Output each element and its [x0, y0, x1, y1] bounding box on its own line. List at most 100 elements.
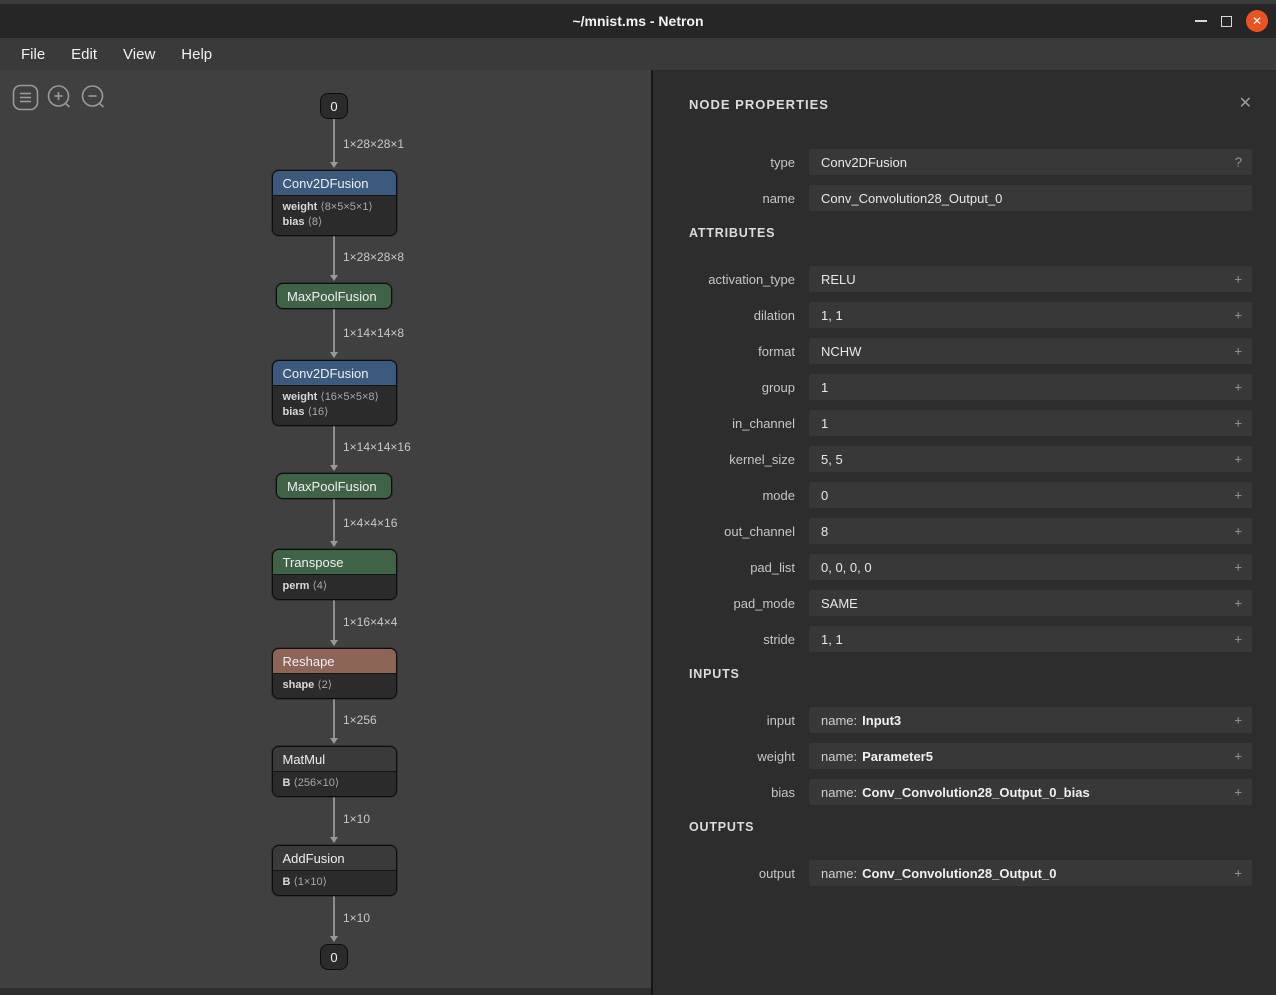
property-row-input: inputname:Input3+: [689, 707, 1252, 733]
property-label: mode: [689, 488, 795, 503]
edge-line: [333, 893, 335, 937]
node-attr-weight: weight ⟨8×5×5×1⟩: [283, 200, 386, 215]
node-attributes: weight ⟨16×5×5×8⟩bias ⟨16⟩: [273, 385, 396, 425]
property-value-dilation[interactable]: 1, 1+: [809, 302, 1252, 328]
panel-title: NODE PROPERTIES: [689, 97, 829, 112]
graph-node-conv2dfusion[interactable]: Conv2DFusionweight ⟨8×5×5×1⟩bias ⟨8⟩: [272, 170, 397, 236]
property-value-pad_mode[interactable]: SAME+: [809, 590, 1252, 616]
property-row-bias: biasname:Conv_Convolution28_Output_0_bia…: [689, 779, 1252, 805]
graph-node-maxpoolfusion[interactable]: MaxPoolFusion: [276, 473, 392, 499]
expand-icon[interactable]: +: [1234, 272, 1242, 287]
property-row-output: outputname:Conv_Convolution28_Output_0+: [689, 860, 1252, 886]
menu-item-view[interactable]: View: [110, 42, 168, 67]
property-value-pad_list[interactable]: 0, 0, 0, 0 +: [809, 554, 1252, 580]
edge-line: [333, 422, 335, 466]
value-text: 5, 5: [821, 452, 843, 467]
main-content: 1×28×28×11×28×28×81×14×14×81×14×14×161×4…: [0, 70, 1276, 995]
property-label: name: [689, 191, 795, 206]
menu-icon[interactable]: [12, 84, 39, 111]
section-heading-outputs: OUTPUTS: [689, 820, 1252, 834]
edge-arrowhead-icon: [330, 541, 338, 547]
menu-item-edit[interactable]: Edit: [58, 42, 110, 67]
edge-shape-label: 1×28×28×1: [343, 137, 404, 151]
maximize-button[interactable]: [1221, 16, 1232, 27]
node-attributes: B ⟨256×10⟩: [273, 771, 396, 796]
property-value-type[interactable]: Conv2DFusion?: [809, 149, 1252, 175]
expand-icon[interactable]: +: [1234, 866, 1242, 881]
zoom-out-icon[interactable]: [80, 84, 107, 111]
graph-node-conv2dfusion[interactable]: Conv2DFusionweight ⟨16×5×5×8⟩bias ⟨16⟩: [272, 360, 397, 426]
graph-node-matmul[interactable]: MatMulB ⟨256×10⟩: [272, 746, 397, 797]
graph-node-maxpoolfusion[interactable]: MaxPoolFusion: [276, 283, 392, 309]
property-label: pad_list: [689, 560, 795, 575]
graph-edge: 1×10: [333, 893, 335, 942]
value-text: 8: [821, 524, 828, 539]
minimize-button[interactable]: [1195, 20, 1207, 22]
expand-icon[interactable]: +: [1234, 380, 1242, 395]
property-value-name[interactable]: Conv_Convolution28_Output_0: [809, 185, 1252, 211]
node-attr-bias: bias ⟨8⟩: [283, 215, 386, 230]
property-label: format: [689, 344, 795, 359]
node-attr-perm: perm ⟨4⟩: [283, 579, 386, 594]
graph-node-addfusion[interactable]: AddFusionB ⟨1×10⟩: [272, 845, 397, 896]
property-value-format[interactable]: NCHW+: [809, 338, 1252, 364]
property-value-group[interactable]: 1+: [809, 374, 1252, 400]
expand-icon[interactable]: +: [1234, 560, 1242, 575]
edge-arrowhead-icon: [330, 640, 338, 646]
close-button[interactable]: ✕: [1246, 10, 1268, 32]
graph-io-node[interactable]: 0: [320, 93, 348, 119]
property-value-bias[interactable]: name:Conv_Convolution28_Output_0_bias+: [809, 779, 1252, 805]
expand-icon[interactable]: +: [1234, 524, 1242, 539]
menu-item-file[interactable]: File: [8, 42, 58, 67]
expand-icon[interactable]: +: [1234, 596, 1242, 611]
node-attributes: B ⟨1×10⟩: [273, 870, 396, 895]
value-text: Input3: [862, 713, 901, 728]
expand-icon[interactable]: +: [1234, 749, 1242, 764]
property-value-stride[interactable]: 1, 1+: [809, 626, 1252, 652]
expand-icon[interactable]: +: [1234, 416, 1242, 431]
menu-item-help[interactable]: Help: [168, 42, 225, 67]
window-controls: ✕: [1195, 4, 1268, 38]
graph-node-reshape[interactable]: Reshapeshape ⟨2⟩: [272, 648, 397, 699]
zoom-in-icon[interactable]: [46, 84, 73, 111]
netron-window: ~/mnist.ms - Netron ✕ FileEditViewHelp: [0, 0, 1276, 995]
property-value-kernel_size[interactable]: 5, 5 +: [809, 446, 1252, 472]
node-attributes: perm ⟨4⟩: [273, 574, 396, 599]
expand-icon[interactable]: +: [1234, 452, 1242, 467]
value-text: Parameter5: [862, 749, 933, 764]
titlebar[interactable]: ~/mnist.ms - Netron ✕: [0, 4, 1276, 38]
property-label: output: [689, 866, 795, 881]
value-text: Conv_Convolution28_Output_0: [862, 866, 1056, 881]
value-text: 0, 0, 0, 0: [821, 560, 872, 575]
edge-line: [333, 498, 335, 542]
expand-icon[interactable]: +: [1234, 344, 1242, 359]
graph-canvas[interactable]: 1×28×28×11×28×28×81×14×14×81×14×14×161×4…: [0, 70, 651, 995]
node-attr-bias: bias ⟨16⟩: [283, 405, 386, 420]
property-value-in_channel[interactable]: 1+: [809, 410, 1252, 436]
property-value-activation_type[interactable]: RELU+: [809, 266, 1252, 292]
property-label: kernel_size: [689, 452, 795, 467]
graph-io-node[interactable]: 0: [320, 944, 348, 970]
help-icon[interactable]: ?: [1235, 155, 1242, 170]
node-attributes: weight ⟨8×5×5×1⟩bias ⟨8⟩: [273, 195, 396, 235]
edge-line: [333, 696, 335, 739]
expand-icon[interactable]: +: [1234, 488, 1242, 503]
property-row-out_channel: out_channel8+: [689, 518, 1252, 544]
expand-icon[interactable]: +: [1234, 713, 1242, 728]
property-value-out_channel[interactable]: 8+: [809, 518, 1252, 544]
node-title: MaxPoolFusion: [277, 284, 391, 308]
panel-close-icon[interactable]: ✕: [1239, 96, 1252, 112]
property-value-mode[interactable]: 0+: [809, 482, 1252, 508]
expand-icon[interactable]: +: [1234, 785, 1242, 800]
property-value-input[interactable]: name:Input3+: [809, 707, 1252, 733]
expand-icon[interactable]: +: [1234, 632, 1242, 647]
graph-node-transpose[interactable]: Transposeperm ⟨4⟩: [272, 549, 397, 600]
node-title: Reshape: [273, 649, 396, 673]
node-title: Conv2DFusion: [273, 361, 396, 385]
edge-shape-label: 1×14×14×16: [343, 440, 411, 454]
edge-shape-label: 1×16×4×4: [343, 615, 397, 629]
expand-icon[interactable]: +: [1234, 308, 1242, 323]
property-value-weight[interactable]: name:Parameter5+: [809, 743, 1252, 769]
edge-line: [333, 597, 335, 641]
property-value-output[interactable]: name:Conv_Convolution28_Output_0+: [809, 860, 1252, 886]
